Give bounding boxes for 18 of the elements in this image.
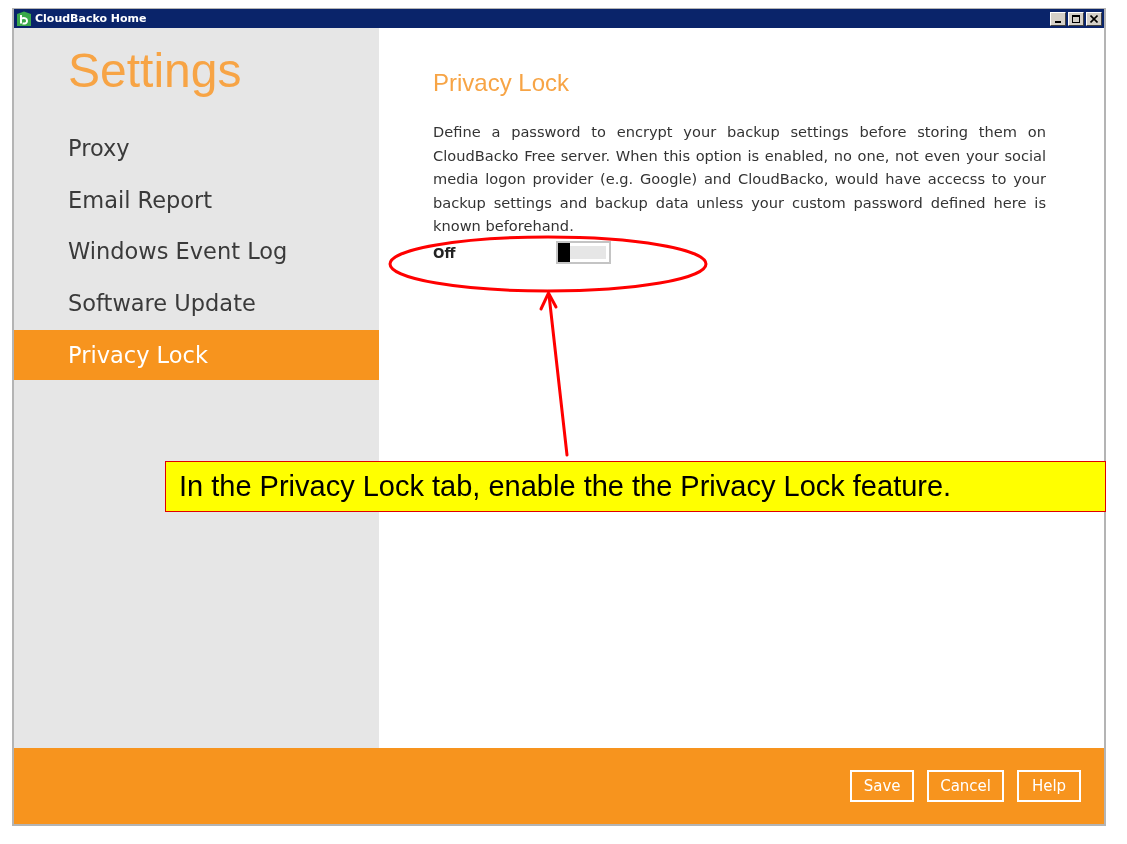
minimize-button[interactable]: [1050, 11, 1066, 26]
minimize-icon: [1055, 20, 1061, 23]
sidebar-item[interactable]: Software Update: [14, 277, 379, 329]
maximize-button[interactable]: [1068, 11, 1084, 26]
callout-note: In the Privacy Lock tab, enable the the Privacy Lock feature.: [165, 461, 1106, 512]
window-title: CloudBacko Home: [35, 12, 147, 25]
close-icon: [1090, 14, 1098, 23]
description-text: Define a password to encrypt your backup settings before storing them on CloudBacko Free server. When this option is enabled, no one, not even your social media logon provider (e.g. Google) and CloudBacko, would have accecss to your backup settings and backup data unless your custom password defined here is known beforehand.: [433, 122, 1046, 236]
section-heading: Privacy Lock: [433, 68, 571, 98]
sidebar-item[interactable]: Proxy: [14, 123, 379, 175]
sidebar-item[interactable]: Windows Event Log: [14, 226, 379, 278]
toggle-label: Off: [433, 244, 457, 261]
maximize-icon: [1072, 14, 1080, 23]
app-logo-icon: [16, 10, 32, 27]
sidebar-item[interactable]: Email Report: [14, 174, 379, 226]
settings-title: Settings: [68, 43, 243, 99]
toggle-switch[interactable]: [556, 241, 611, 264]
close-button[interactable]: [1086, 11, 1102, 26]
